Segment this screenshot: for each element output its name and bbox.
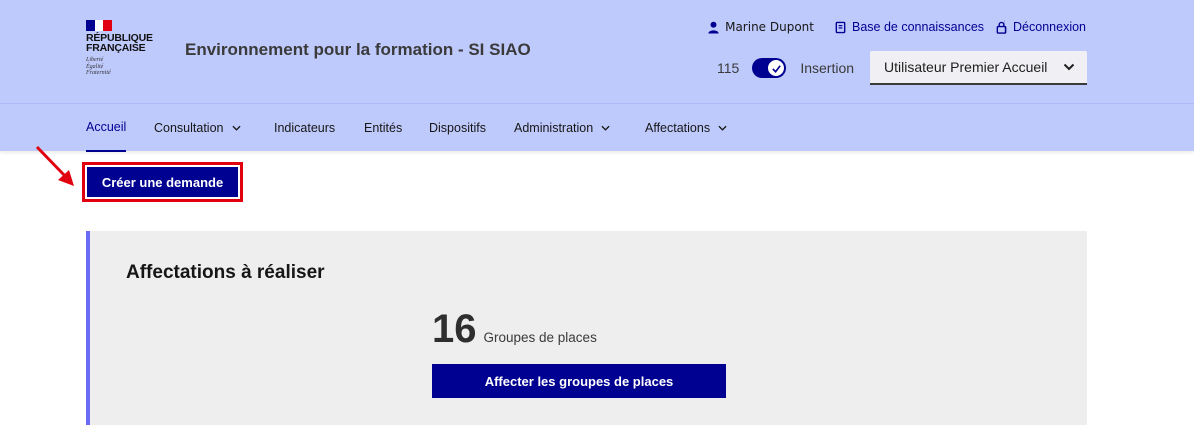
logout-label: Déconnexion — [1013, 20, 1086, 34]
user-icon — [708, 21, 719, 34]
chevron-down-icon — [1063, 63, 1075, 71]
check-icon — [772, 64, 781, 73]
french-flag-icon — [86, 20, 113, 31]
knowledge-base-label: Base de connaissances — [852, 20, 985, 34]
profile-select[interactable]: Utilisateur Premier Accueil — [870, 51, 1088, 85]
user-account-link[interactable]: Marine Dupont — [707, 20, 814, 34]
nav-item-accueil[interactable]: Accueil — [86, 104, 127, 152]
motto-fraternite: Fraternité — [86, 70, 111, 76]
book-icon — [835, 21, 846, 33]
main-navigation: Accueil Consultation Indicateurs Entités… — [0, 103, 1194, 152]
nav-item-indicateurs[interactable]: Indicateurs — [274, 104, 335, 152]
site-header: RÉPUBLIQUE FRANÇAISE Liberté Égalité Fra… — [0, 0, 1194, 103]
chevron-down-icon — [718, 125, 727, 131]
assign-places-groups-button[interactable]: Affecter les groupes de places — [432, 364, 726, 398]
nav-label-consultation: Consultation — [154, 121, 224, 135]
nav-label-dispositifs: Dispositifs — [429, 121, 486, 135]
create-request-button[interactable]: Créer une demande — [87, 167, 238, 197]
user-name: Marine Dupont — [725, 20, 814, 34]
knowledge-base-link[interactable]: Base de connaissances — [834, 20, 984, 34]
nav-item-affectations[interactable]: Affectations — [645, 104, 727, 152]
nav-label-indicateurs: Indicateurs — [274, 121, 336, 135]
logout-link[interactable]: Déconnexion — [995, 20, 1086, 34]
header-tools: Marine Dupont Base de connaissances Déco… — [707, 20, 1086, 34]
nav-item-entites[interactable]: Entités — [364, 104, 402, 152]
places-groups-count: 16 — [432, 307, 477, 351]
toggle-label: Insertion — [800, 60, 855, 76]
places-groups-stat: 16 Groupes de places — [432, 307, 597, 352]
nav-item-administration[interactable]: Administration — [514, 104, 610, 152]
context-controls: 115 Insertion Utilisateur Premier Accuei… — [717, 51, 1088, 85]
nav-label-administration: Administration — [514, 121, 594, 135]
logo-motto: Liberté Égalité Fraternité — [86, 57, 166, 77]
red-arrow-annotation-icon — [35, 145, 74, 186]
nav-item-consultation[interactable]: Consultation — [154, 104, 241, 152]
nav-label-accueil: Accueil — [86, 120, 127, 134]
affectations-panel: Affectations à réaliser 16 Groupes de pl… — [86, 231, 1087, 425]
nav-item-dispositifs[interactable]: Dispositifs — [429, 104, 486, 152]
logo-title-line2: FRANÇAISE — [86, 42, 146, 54]
chevron-down-icon — [231, 125, 241, 131]
service-title[interactable]: Environnement pour la formation - SI SIA… — [185, 40, 531, 60]
nav-label-entites: Entités — [364, 121, 403, 135]
create-request-highlight: Créer une demande — [82, 162, 243, 202]
republique-francaise-logo[interactable]: RÉPUBLIQUE FRANÇAISE Liberté Égalité Fra… — [86, 20, 166, 77]
nav-label-affectations: Affectations — [645, 121, 711, 135]
panel-title: Affectations à réaliser — [126, 262, 325, 283]
places-groups-label: Groupes de places — [483, 330, 597, 345]
toggle-knob — [767, 59, 786, 77]
lock-icon — [996, 21, 1007, 34]
insertion-toggle[interactable] — [752, 58, 787, 78]
profile-select-value: Utilisateur Premier Accueil — [884, 59, 1048, 75]
chevron-down-icon — [601, 125, 610, 131]
service-number: 115 — [717, 60, 740, 76]
